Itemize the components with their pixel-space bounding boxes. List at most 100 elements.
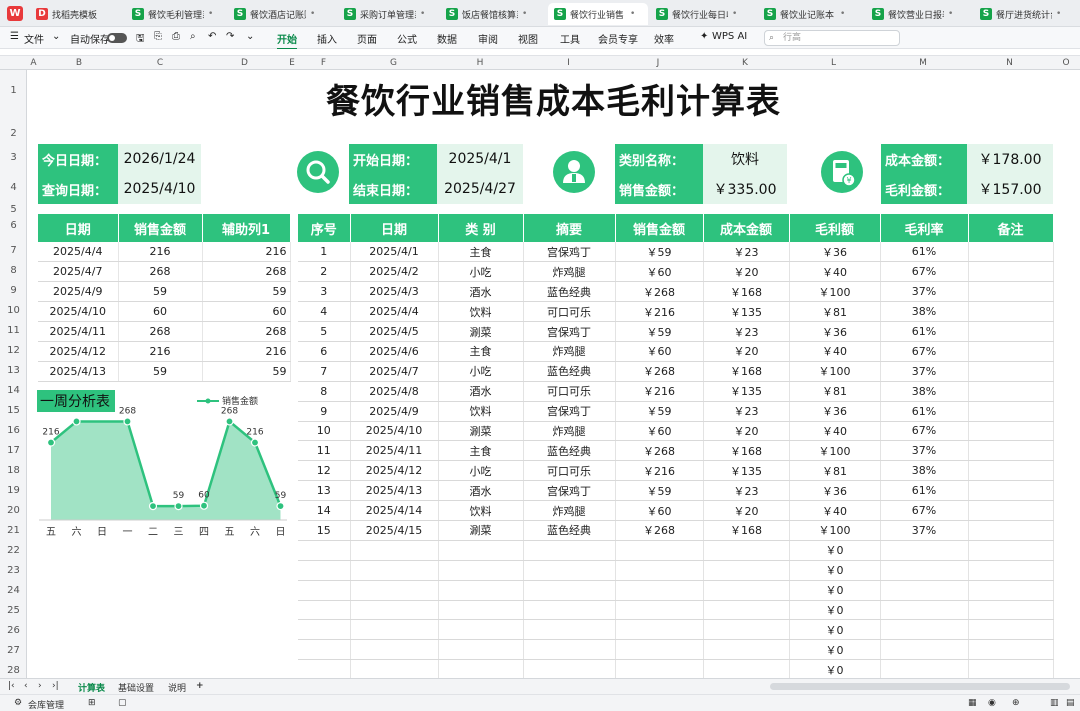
table-cell[interactable]: 饮料: [438, 401, 524, 422]
ribbon-menu-4[interactable]: 公式: [397, 31, 417, 46]
table-cell[interactable]: 59: [202, 361, 291, 382]
table-cell[interactable]: ￥60: [615, 261, 704, 283]
table-cell[interactable]: 37%: [880, 281, 969, 303]
column-header-h[interactable]: H: [437, 56, 523, 70]
layout-icon[interactable]: ⊕: [1012, 698, 1020, 708]
table-cell[interactable]: [523, 540, 616, 561]
table-cell[interactable]: 37%: [880, 440, 969, 462]
table-cell[interactable]: ￥40: [789, 261, 881, 283]
table-cell[interactable]: [968, 301, 1054, 323]
table-cell[interactable]: [438, 560, 524, 581]
table-cell[interactable]: [968, 659, 1054, 678]
sales-cost-table[interactable]: 序号 日期类 别摘要 销售金额 成本金额 毛利额 毛利率 备注 1 2025/4/1 主食 宫保鸡…: [298, 214, 1054, 678]
tab-6[interactable]: S 餐饮行业销售 •: [548, 3, 648, 25]
table-cell[interactable]: [968, 600, 1054, 621]
page-view-icon[interactable]: ▤: [1066, 698, 1075, 708]
table-cell[interactable]: [350, 619, 439, 641]
ribbon-menu-9[interactable]: 会员专享: [598, 31, 638, 46]
table-cell[interactable]: [350, 600, 439, 621]
table-cell[interactable]: ￥135: [703, 381, 790, 402]
column-title[interactable]: 辅助列1: [202, 214, 291, 242]
table-cell[interactable]: 2025/4/10: [38, 301, 119, 323]
table-cell[interactable]: ￥0: [789, 560, 881, 581]
table-cell[interactable]: 2025/4/9: [350, 401, 439, 422]
autosave-toggle[interactable]: [107, 33, 127, 43]
print-icon[interactable]: ⎙: [172, 31, 180, 42]
table-cell[interactable]: 2025/4/13: [38, 361, 119, 382]
tab-9[interactable]: S 餐饮营业日报表1.xlsx •: [866, 3, 966, 25]
table-cell[interactable]: 2025/4/11: [38, 321, 119, 342]
table-cell[interactable]: 12: [298, 460, 351, 482]
table-cell[interactable]: ￥100: [789, 281, 881, 303]
column-title[interactable]: 备注: [968, 214, 1054, 242]
table-cell[interactable]: ￥60: [615, 341, 704, 362]
table-cell[interactable]: ￥135: [703, 301, 790, 323]
table-cell[interactable]: [968, 281, 1054, 303]
table-cell[interactable]: 2025/4/9: [38, 281, 119, 303]
table-cell[interactable]: 可口可乐: [523, 381, 616, 402]
table-cell[interactable]: 38%: [880, 301, 969, 323]
table-cell[interactable]: [968, 619, 1054, 641]
table-cell[interactable]: 6: [298, 341, 351, 362]
table-cell[interactable]: 11: [298, 440, 351, 462]
table-cell[interactable]: ￥168: [703, 361, 790, 382]
table-cell[interactable]: [438, 639, 524, 661]
row-header-5[interactable]: 5: [0, 204, 27, 215]
row-header-26[interactable]: 26: [0, 625, 27, 636]
table-cell[interactable]: [438, 600, 524, 621]
table-cell[interactable]: [968, 540, 1054, 561]
table-cell[interactable]: [350, 560, 439, 581]
sheet-tab-settings[interactable]: 基础设置: [118, 681, 154, 694]
table-cell[interactable]: 2025/4/12: [350, 460, 439, 482]
table-cell[interactable]: 主食: [438, 440, 524, 462]
tab-7[interactable]: S 餐饮行业每日收支 •: [650, 3, 750, 25]
table-cell[interactable]: ￥216: [615, 301, 704, 323]
ribbon-menu-7[interactable]: 视图: [518, 31, 538, 46]
table-cell[interactable]: 宫保鸡丁: [523, 321, 616, 342]
close-icon[interactable]: •: [840, 9, 845, 19]
column-header-f[interactable]: F: [297, 56, 350, 70]
table-cell[interactable]: 216: [202, 242, 291, 263]
table-cell[interactable]: 2025/4/6: [350, 341, 439, 362]
table-cell[interactable]: [350, 639, 439, 661]
table-cell[interactable]: ￥23: [703, 242, 790, 263]
table-cell[interactable]: [703, 600, 790, 621]
ribbon-menu-10[interactable]: 效率: [654, 31, 674, 46]
table-cell[interactable]: 38%: [880, 460, 969, 482]
table-cell[interactable]: 蓝色经典: [523, 440, 616, 462]
table-cell[interactable]: 2025/4/13: [350, 480, 439, 502]
table-cell[interactable]: 2025/4/5: [350, 321, 439, 342]
table-cell[interactable]: [880, 659, 969, 678]
table-cell[interactable]: [615, 540, 704, 561]
close-icon[interactable]: •: [208, 9, 213, 19]
table-cell[interactable]: ￥100: [789, 361, 881, 382]
table-cell[interactable]: 主食: [438, 341, 524, 362]
today-value[interactable]: 2026/1/24: [118, 144, 201, 174]
table-cell[interactable]: 炸鸡腿: [523, 261, 616, 283]
table-cell[interactable]: [968, 480, 1054, 502]
table-cell[interactable]: [968, 460, 1054, 482]
table-cell[interactable]: 67%: [880, 341, 969, 362]
table-cell[interactable]: 268: [202, 261, 291, 283]
table-cell[interactable]: 小吃: [438, 261, 524, 283]
table-cell[interactable]: [438, 580, 524, 601]
table-cell[interactable]: ￥23: [703, 321, 790, 342]
table-cell[interactable]: [968, 580, 1054, 601]
add-sheet-button[interactable]: +: [196, 681, 204, 691]
row-header-10[interactable]: 10: [0, 305, 27, 316]
row-header-3[interactable]: 3: [0, 152, 27, 163]
tab-2[interactable]: S 餐饮毛利管理系统 •: [126, 3, 226, 25]
table-cell[interactable]: 268: [118, 261, 203, 283]
row-header-22[interactable]: 22: [0, 545, 27, 556]
file-menu[interactable]: 文件: [24, 31, 44, 46]
table-cell[interactable]: [703, 560, 790, 581]
table-cell[interactable]: 炸鸡腿: [523, 500, 616, 521]
table-cell[interactable]: ￥0: [789, 540, 881, 561]
column-header-e[interactable]: E: [287, 56, 297, 70]
table-cell[interactable]: ￥23: [703, 401, 790, 422]
table-cell[interactable]: ￥36: [789, 401, 881, 422]
column-header-n[interactable]: N: [967, 56, 1052, 70]
table-cell[interactable]: 7: [298, 361, 351, 382]
table-cell[interactable]: [703, 619, 790, 641]
table-cell[interactable]: 2025/4/8: [350, 381, 439, 402]
